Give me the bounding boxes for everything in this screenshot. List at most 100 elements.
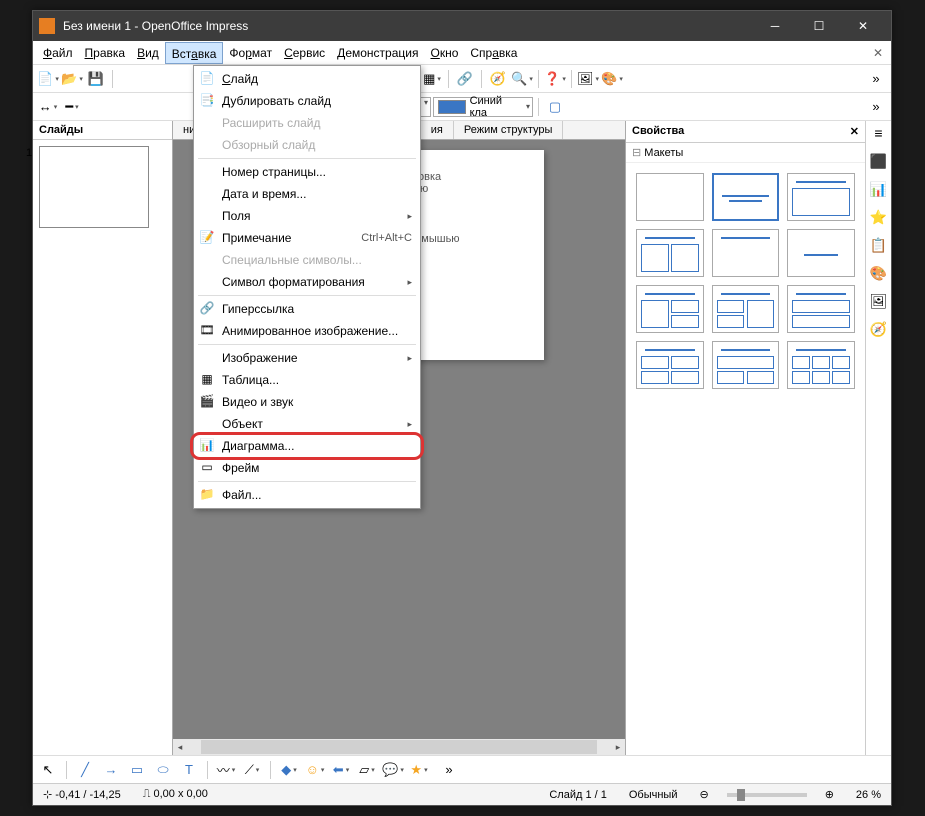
sidebar-more-icon[interactable]: ≡ (869, 125, 889, 145)
callout-tool[interactable]: 💬 (382, 759, 404, 781)
drawbar-more-icon[interactable]: » (438, 759, 460, 781)
menu-window[interactable]: Окно (424, 42, 464, 64)
layout-2col[interactable] (636, 229, 704, 277)
menu-edit[interactable]: Правка (79, 42, 132, 64)
menu-item[interactable]: Поля (194, 205, 420, 227)
sidebar-transition-icon[interactable]: 📋 (869, 237, 889, 257)
rect-tool[interactable]: ▭ (126, 759, 148, 781)
arrow-tool[interactable]: → (100, 759, 122, 781)
scroll-right-icon[interactable]: ▸ (611, 742, 625, 753)
menu-item[interactable]: 🎞Анимированное изображение... (194, 320, 420, 342)
layout-6box[interactable] (787, 341, 855, 389)
menu-slideshow[interactable]: Демонстрация (331, 42, 424, 64)
menu-view[interactable]: Вид (131, 42, 165, 64)
ellipse-tool[interactable]: ⬭ (152, 759, 174, 781)
sidebar-styles-icon[interactable]: 🎨 (869, 265, 889, 285)
menu-item[interactable]: Дата и время... (194, 183, 420, 205)
symbol-shapes-tool[interactable]: ☺ (304, 759, 326, 781)
close-button[interactable]: ✕ (841, 11, 885, 41)
text-tool[interactable]: T (178, 759, 200, 781)
menu-item: Обзорный слайд (194, 134, 420, 156)
layout-4box[interactable] (636, 341, 704, 389)
menu-item[interactable]: Символ форматирования (194, 271, 420, 293)
slide-design-button[interactable]: 🎨 (601, 68, 623, 90)
close-menubar-icon[interactable]: ✕ (869, 46, 887, 60)
menu-item-label: Диаграмма... (222, 439, 412, 453)
menu-item[interactable]: 🎬Видео и звук (194, 391, 420, 413)
hscrollbar[interactable]: ◂ ▸ (173, 739, 625, 755)
table-button[interactable]: ▦ (421, 68, 443, 90)
layout-content[interactable] (787, 173, 855, 221)
layout-2row[interactable] (636, 285, 704, 333)
shadow-button[interactable]: ▢ (544, 96, 566, 118)
menu-item[interactable]: 📊Диаграмма... (194, 435, 420, 457)
sidebar-gallery-icon[interactable]: 🖼 (869, 293, 889, 313)
close-properties-icon[interactable]: ✕ (850, 125, 859, 138)
help-button[interactable]: ❓ (544, 68, 566, 90)
line-tool[interactable]: ╱ (74, 759, 96, 781)
menu-insert[interactable]: Вставка (165, 42, 224, 64)
menu-item-label: Изображение (222, 351, 403, 365)
toolbar2-more-icon[interactable]: » (865, 96, 887, 118)
slide-insert-button[interactable]: 🖼 (577, 68, 599, 90)
block-arrows-tool[interactable]: ⬅ (330, 759, 352, 781)
new-button[interactable]: 📄 (37, 68, 59, 90)
open-button[interactable]: 📂 (61, 68, 83, 90)
menu-item[interactable]: 📑Дублировать слайд (194, 90, 420, 112)
layouts-section-header[interactable]: Макеты (626, 143, 865, 163)
maximize-button[interactable]: ☐ (797, 11, 841, 41)
menu-item[interactable]: 📄Слайд (194, 68, 420, 90)
menu-help[interactable]: Справка (464, 42, 523, 64)
minimize-button[interactable]: ─ (753, 11, 797, 41)
menu-tools[interactable]: Сервис (278, 42, 331, 64)
menu-format[interactable]: Формат (223, 42, 278, 64)
status-zoom[interactable]: 26 % (852, 789, 885, 801)
menu-item[interactable]: Объект (194, 413, 420, 435)
layout-l[interactable] (712, 285, 780, 333)
menu-item[interactable]: 🔗Гиперссылка (194, 298, 420, 320)
menu-item[interactable]: 📁Файл... (194, 484, 420, 506)
menu-file[interactable]: Файл (37, 42, 79, 64)
menu-item-icon (198, 274, 216, 290)
menu-item[interactable]: Изображение (194, 347, 420, 369)
stars-tool[interactable]: ★ (408, 759, 430, 781)
layout-title[interactable] (712, 173, 780, 221)
layout-hsplit[interactable] (787, 285, 855, 333)
sidebar-master-icon[interactable]: 📊 (869, 181, 889, 201)
hyperlink-button[interactable]: 🔗 (454, 68, 476, 90)
menu-item: Расширить слайд (194, 112, 420, 134)
line-style-button[interactable]: ━ (61, 96, 83, 118)
curve-tool[interactable]: 〰 (215, 759, 237, 781)
save-button[interactable]: 💾 (85, 68, 107, 90)
zoom-button[interactable]: 🔍 (511, 68, 533, 90)
slide-thumb-1[interactable]: 1 (39, 146, 149, 228)
tab-handout[interactable]: Режим структуры (454, 121, 564, 139)
select-tool[interactable]: ↖ (37, 759, 59, 781)
menu-item[interactable]: ▭Фрейм (194, 457, 420, 479)
layout-blank[interactable] (636, 173, 704, 221)
layout-b1[interactable] (712, 341, 780, 389)
scroll-left-icon[interactable]: ◂ (173, 742, 187, 753)
zoom-in-icon[interactable]: ⊕ (821, 788, 838, 801)
basic-shapes-tool[interactable]: ◆ (278, 759, 300, 781)
tab-notes[interactable]: ия (421, 121, 454, 139)
menu-item[interactable]: Номер страницы... (194, 161, 420, 183)
connector-tool[interactable]: ⟋ (241, 759, 263, 781)
zoom-out-icon[interactable]: ⊖ (695, 788, 712, 801)
layout-centered[interactable] (787, 229, 855, 277)
menu-item-icon (198, 208, 216, 224)
menu-item-label: Специальные символы... (222, 253, 412, 267)
flowchart-tool[interactable]: ▱ (356, 759, 378, 781)
slide-panel: Слайды 1 (33, 121, 173, 755)
sidebar-navigator-icon[interactable]: 🧭 (869, 321, 889, 341)
sidebar-animation-icon[interactable]: ⭐ (869, 209, 889, 229)
fill-color-select[interactable]: Синий кла (433, 97, 533, 117)
sidebar-properties-icon[interactable]: ⬛ (869, 153, 889, 173)
zoom-slider[interactable] (727, 793, 807, 797)
layout-title-only[interactable] (712, 229, 780, 277)
arrow-style-button[interactable]: ↔ (37, 96, 59, 118)
menu-item[interactable]: 📝ПримечаниеCtrl+Alt+C (194, 227, 420, 249)
menu-item[interactable]: ▦Таблица... (194, 369, 420, 391)
toolbar-more-icon[interactable]: » (865, 68, 887, 90)
navigator-button[interactable]: 🧭 (487, 68, 509, 90)
